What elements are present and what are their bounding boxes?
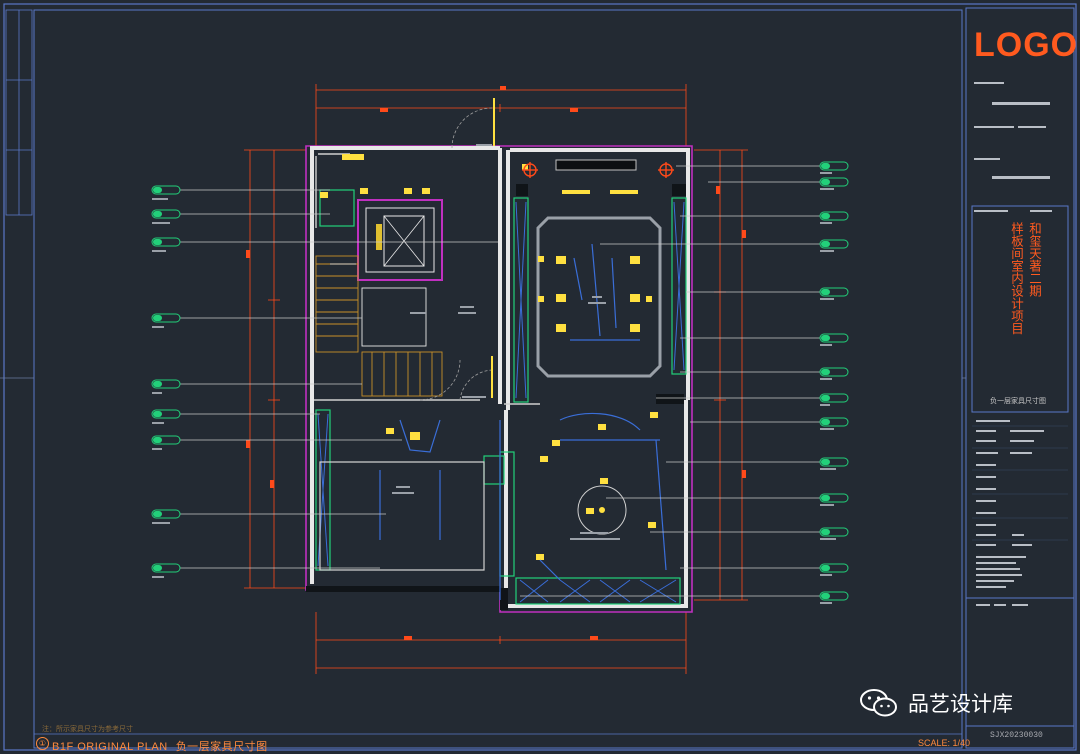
project-title-vertical: 和玺天著二期 样板间室内设计项目 [1003,222,1043,372]
outer-frame [3,3,1077,751]
plan-label-cn: 负一层家具尺寸图 [175,741,268,753]
right-leader-lines [520,165,820,597]
doors [419,107,495,401]
title-block [965,7,1075,749]
left-leader-lines [180,189,498,569]
round-table [577,485,627,535]
watermark-text: 品艺设计库 [908,692,1013,716]
tv-wall [555,159,637,171]
staircase [315,255,443,397]
fixtures [320,154,658,560]
scale-label: SCALE: 1/40 [918,738,971,748]
dimension-ticks [246,86,746,640]
door-leaves [491,98,495,398]
room-outline [319,461,485,571]
plan-label: B1F ORIGINAL PLAN 负一层家具尺寸图 [52,738,268,754]
plan-label-en: B1F ORIGINAL PLAN [52,741,168,753]
floor-plan-drawing [0,3,1077,751]
right-tag-fills [821,163,830,599]
drawing-note: 注：所示家具尺寸为参考尺寸 [42,725,133,733]
wechat-icon [860,689,897,717]
right-tag-captions [820,172,836,604]
dimension-lines [244,84,748,674]
left-tag-fills [153,187,162,571]
elevator [357,199,443,281]
company-logo: LOGO [974,26,1079,64]
wall-fill [306,184,686,610]
furniture-blue [379,243,667,600]
watermark: 品艺设计库 [860,688,1013,718]
project-title-line-1: 和玺天著二期 [1027,222,1042,297]
drawing-code: SJX20230030 [990,731,1043,740]
title-block-separators [972,425,1068,541]
drawing-name: 负一层家具尺寸图 [990,397,1046,405]
project-title-line-2: 样板间室内设计项目 [1009,222,1024,335]
revision-column [5,9,33,216]
plan-number-badge: ① [36,737,49,750]
